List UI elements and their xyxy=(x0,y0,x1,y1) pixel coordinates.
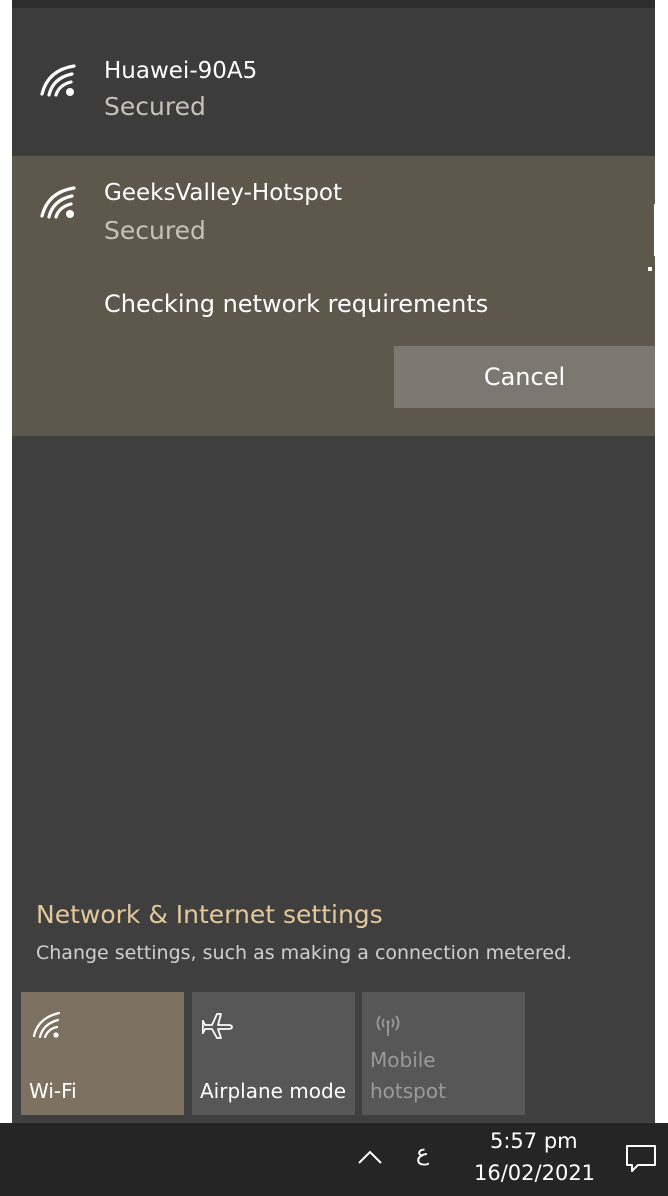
tile-label: Mobile hotspot xyxy=(370,1045,446,1107)
tile-label-line: Mobile xyxy=(370,1048,436,1072)
network-settings-description: Change settings, such as making a connec… xyxy=(36,942,573,964)
network-name: GeeksValley-Hotspot xyxy=(104,180,342,206)
connection-status-message: Checking network requirements xyxy=(104,290,489,318)
mobile-hotspot-icon xyxy=(376,1015,400,1036)
input-language-indicator[interactable]: ع xyxy=(416,1141,429,1166)
action-center-icon[interactable] xyxy=(624,1143,658,1175)
network-flyout: Huawei-90A5 Secured GeeksValley-Hotspot … xyxy=(12,0,655,1123)
flyout-top-border xyxy=(12,0,655,8)
tile-label: Airplane mode xyxy=(200,1079,347,1103)
taskbar: ع 5:57 pm 16/02/2021 xyxy=(0,1123,668,1196)
tile-label: Wi-Fi xyxy=(29,1079,77,1103)
background-window-dot xyxy=(648,267,652,271)
wifi-toggle-tile[interactable]: Wi-Fi xyxy=(21,992,184,1115)
wifi-icon xyxy=(32,1011,61,1039)
chevron-up-icon[interactable] xyxy=(356,1147,384,1167)
wifi-secured-icon xyxy=(40,186,76,219)
network-item-huawei[interactable]: Huawei-90A5 Secured xyxy=(12,8,655,155)
network-settings-link[interactable]: Network & Internet settings xyxy=(36,900,383,929)
cancel-button[interactable]: Cancel xyxy=(394,346,655,408)
network-status: Secured xyxy=(104,216,206,245)
wifi-secured-icon xyxy=(40,64,76,97)
clock-date[interactable]: 16/02/2021 xyxy=(474,1161,595,1185)
clock-time[interactable]: 5:57 pm xyxy=(490,1129,578,1153)
network-status: Secured xyxy=(104,92,206,121)
mobile-hotspot-tile[interactable]: Mobile hotspot xyxy=(362,992,525,1115)
airplane-mode-tile[interactable]: Airplane mode xyxy=(192,992,355,1115)
airplane-icon xyxy=(202,1013,233,1039)
tile-label-line: hotspot xyxy=(370,1079,446,1103)
background-window-edge xyxy=(654,204,657,256)
network-item-geeksvalley[interactable]: GeeksValley-Hotspot Secured Checking net… xyxy=(12,156,655,436)
network-name: Huawei-90A5 xyxy=(104,58,258,84)
